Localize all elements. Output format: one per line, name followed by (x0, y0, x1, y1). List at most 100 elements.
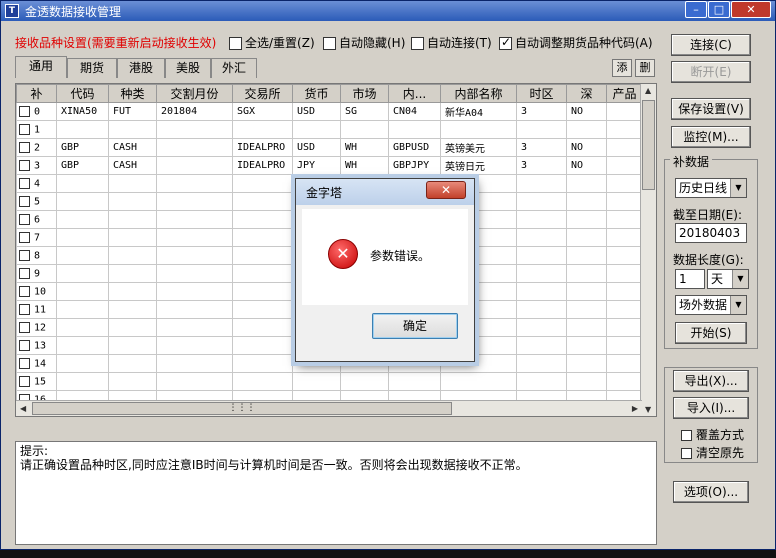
row-checkbox[interactable] (19, 141, 30, 153)
row-checkbox[interactable] (19, 123, 30, 135)
table-cell[interactable] (108, 318, 157, 337)
grid-column-header[interactable]: 种类 (108, 84, 157, 103)
table-cell[interactable] (108, 336, 157, 355)
clear-first-option[interactable]: 清空原先 (681, 444, 744, 461)
period-select[interactable]: 历史日线 ▼ (675, 178, 747, 198)
table-cell[interactable] (566, 354, 607, 373)
until-date-field[interactable]: 20180403 (675, 223, 747, 243)
table-cell[interactable] (232, 282, 293, 301)
table-cell[interactable] (156, 156, 233, 175)
table-cell[interactable]: CN04 (388, 102, 441, 121)
data-length-field[interactable]: 1 (675, 269, 705, 289)
table-cell[interactable] (56, 120, 109, 139)
table-cell[interactable] (340, 120, 389, 139)
table-cell[interactable]: IDEALPRO (232, 156, 293, 175)
auto-hide-option[interactable]: 自动隐藏(H) (323, 34, 405, 51)
row-checkbox[interactable] (19, 159, 30, 171)
table-row[interactable]: 1 (16, 120, 643, 139)
row-select-cell[interactable]: 7 (16, 228, 57, 247)
row-select-cell[interactable]: 0 (16, 102, 57, 121)
table-cell[interactable] (516, 300, 567, 319)
table-cell[interactable] (56, 354, 109, 373)
row-checkbox[interactable] (19, 375, 30, 387)
grid-column-header[interactable]: 时区 (516, 84, 567, 103)
row-checkbox[interactable] (19, 267, 30, 279)
table-cell[interactable] (516, 120, 567, 139)
table-cell[interactable] (232, 372, 293, 391)
table-cell[interactable]: JPY (292, 156, 341, 175)
table-cell[interactable]: 英镑美元 (440, 138, 517, 157)
data-source-select[interactable]: 场外数据 ▼ (675, 295, 747, 315)
table-row[interactable]: 2 GBP CASH IDEALPRO USD WH GBPUSD 英镑美元 3 NO (16, 138, 643, 157)
scroll-left-icon[interactable]: ◀ (20, 404, 26, 413)
table-cell[interactable] (56, 318, 109, 337)
table-cell[interactable] (232, 336, 293, 355)
table-cell[interactable] (606, 156, 643, 175)
dropdown-arrow-icon[interactable]: ▼ (730, 296, 746, 314)
table-cell[interactable]: WH (340, 138, 389, 157)
row-checkbox[interactable] (19, 177, 30, 189)
row-checkbox[interactable] (19, 357, 30, 369)
overwrite-checkbox[interactable] (681, 430, 692, 441)
table-cell[interactable] (108, 372, 157, 391)
table-cell[interactable]: IDEALPRO (232, 138, 293, 157)
scroll-right-icon[interactable]: ▶ (632, 404, 638, 413)
row-checkbox[interactable] (19, 105, 30, 117)
table-cell[interactable] (156, 264, 233, 283)
table-cell[interactable] (440, 120, 517, 139)
table-cell[interactable] (108, 264, 157, 283)
table-cell[interactable] (56, 372, 109, 391)
options-button[interactable]: 选项(O)... (673, 481, 749, 503)
table-cell[interactable] (566, 228, 607, 247)
table-cell[interactable] (156, 192, 233, 211)
grid-column-header[interactable]: 内部名称 (440, 84, 517, 103)
overwrite-option[interactable]: 覆盖方式 (681, 426, 744, 443)
table-cell[interactable] (232, 174, 293, 193)
ok-button[interactable]: 确定 (372, 313, 458, 339)
table-cell[interactable] (108, 282, 157, 301)
dialog-title-bar[interactable]: 金字塔 ✕ (296, 179, 474, 205)
add-row-button[interactable]: 添 (612, 59, 632, 77)
auto-adjust-checkbox[interactable] (499, 35, 512, 50)
table-cell[interactable] (566, 174, 607, 193)
table-cell[interactable] (566, 300, 607, 319)
grid-vscroll-thumb[interactable] (642, 100, 655, 190)
grid-column-header[interactable]: 代码 (56, 84, 109, 103)
table-cell[interactable]: NO (566, 138, 607, 157)
table-cell[interactable]: GBPUSD (388, 138, 441, 157)
clear-first-checkbox[interactable] (681, 448, 692, 459)
table-cell[interactable]: 201804 (156, 102, 233, 121)
table-cell[interactable] (516, 192, 567, 211)
row-select-cell[interactable]: 12 (16, 318, 57, 337)
table-cell[interactable] (606, 210, 643, 229)
tab-futures[interactable]: 期货 (67, 58, 117, 78)
table-cell[interactable] (108, 300, 157, 319)
row-select-cell[interactable]: 2 (16, 138, 57, 157)
row-checkbox[interactable] (19, 285, 30, 297)
table-cell[interactable]: 3 (516, 138, 567, 157)
table-cell[interactable]: NO (566, 156, 607, 175)
table-cell[interactable] (56, 210, 109, 229)
table-cell[interactable] (566, 282, 607, 301)
table-cell[interactable] (232, 318, 293, 337)
table-cell[interactable] (566, 210, 607, 229)
table-cell[interactable] (606, 282, 643, 301)
table-cell[interactable] (566, 318, 607, 337)
table-cell[interactable] (56, 174, 109, 193)
select-all-option[interactable]: 全选/重置(Z) (229, 34, 315, 51)
row-checkbox[interactable] (19, 195, 30, 207)
table-cell[interactable] (156, 282, 233, 301)
table-cell[interactable] (566, 246, 607, 265)
table-cell[interactable] (56, 246, 109, 265)
row-select-cell[interactable]: 3 (16, 156, 57, 175)
table-cell[interactable] (108, 210, 157, 229)
row-checkbox[interactable] (19, 231, 30, 243)
connect-button[interactable]: 连接(C) (671, 34, 751, 56)
table-cell[interactable] (516, 264, 567, 283)
table-cell[interactable] (516, 354, 567, 373)
table-cell[interactable]: SG (340, 102, 389, 121)
row-select-cell[interactable]: 5 (16, 192, 57, 211)
table-cell[interactable] (516, 282, 567, 301)
table-cell[interactable] (56, 336, 109, 355)
export-button[interactable]: 导出(X)... (673, 370, 749, 392)
